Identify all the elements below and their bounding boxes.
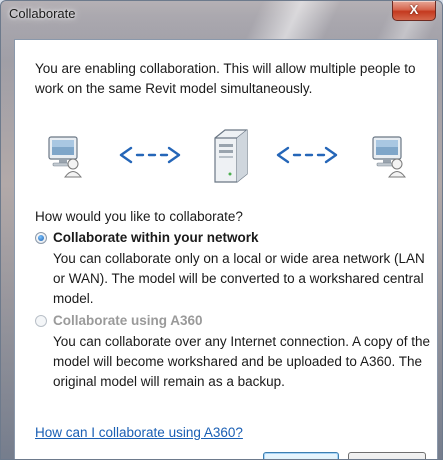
a360-radio[interactable] bbox=[35, 315, 47, 327]
network-radio[interactable] bbox=[35, 232, 47, 244]
server-icon bbox=[214, 129, 248, 183]
option-network-description: You can collaborate only on a local or w… bbox=[53, 251, 425, 306]
close-button[interactable]: X bbox=[392, 1, 436, 21]
double-arrow-icon bbox=[276, 146, 338, 164]
dialog-body: You are enabling collaboration. This wil… bbox=[14, 39, 438, 459]
collaboration-question: How would you like to collaborate? bbox=[35, 209, 243, 224]
intro-text: You are enabling collaboration. This wil… bbox=[35, 61, 416, 96]
dialog-title: Collaborate bbox=[9, 6, 76, 21]
double-arrow-icon bbox=[119, 146, 181, 164]
ok-button[interactable]: OK bbox=[263, 452, 339, 459]
title-bar[interactable]: Collaborate X bbox=[1, 1, 442, 31]
cancel-button[interactable]: Cancel bbox=[348, 452, 426, 459]
option-a360-title[interactable]: Collaborate using A360 bbox=[53, 313, 203, 328]
option-network-title[interactable]: Collaborate within your network bbox=[53, 230, 259, 245]
workstation-user-icon bbox=[48, 136, 82, 178]
collaboration-diagram bbox=[48, 129, 406, 183]
close-icon: X bbox=[409, 2, 419, 17]
a360-help-link[interactable]: How can I collaborate using A360? bbox=[35, 425, 243, 440]
collaborate-dialog: Collaborate X You are enabling collabora… bbox=[0, 0, 443, 460]
workstation-user-icon bbox=[372, 136, 406, 178]
option-a360-description: You can collaborate over any Internet co… bbox=[53, 334, 431, 389]
